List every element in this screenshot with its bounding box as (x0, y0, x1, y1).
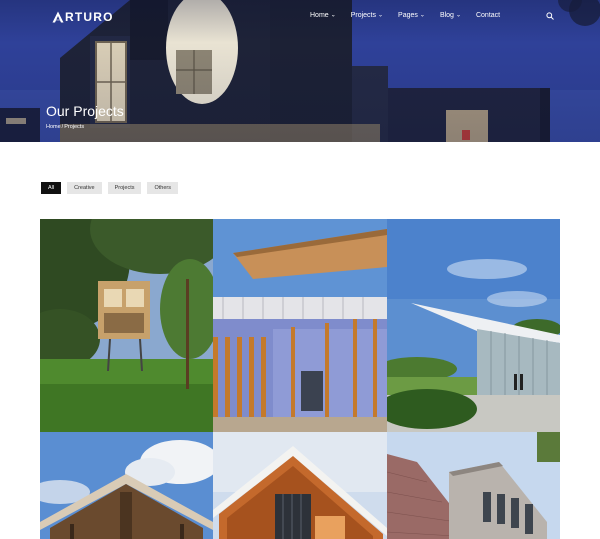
nav-item-projects[interactable]: Projects ⌄ (351, 11, 383, 21)
logo-a-icon (52, 11, 64, 23)
filter-projects[interactable]: Projects (107, 182, 142, 194)
nav-item-contact[interactable]: Contact (476, 11, 500, 21)
project-tile-treehouse[interactable] (40, 219, 213, 432)
project-image (387, 219, 560, 432)
logo-text: RTURO (65, 10, 114, 24)
breadcrumb-home[interactable]: Home (46, 124, 61, 131)
nav-label-projects: Projects (350, 12, 377, 19)
chevron-down-icon: ⌄ (378, 12, 384, 19)
chevron-down-icon: ⌄ (455, 12, 461, 19)
project-image (40, 432, 213, 539)
project-tile-brick-building[interactable] (387, 432, 560, 539)
breadcrumb-separator: / (61, 124, 64, 130)
project-image (213, 432, 387, 539)
nav-label-pages: Pages (398, 12, 418, 19)
project-tile-glass-wing[interactable] (387, 219, 560, 432)
main-nav: Home ⌄ Projects ⌄ Pages ⌄ Blog ⌄ Contact (310, 11, 515, 21)
breadcrumb: Home / Projects (46, 124, 85, 131)
site-logo[interactable]: RTURO (52, 9, 114, 25)
project-filters: All Creative Projects Others (41, 182, 184, 194)
nav-item-blog[interactable]: Blog ⌄ (440, 11, 461, 21)
project-image (213, 219, 387, 432)
nav-label-blog: Blog (439, 12, 454, 19)
filter-all[interactable]: All (41, 182, 62, 194)
projects-page: RTURO Home ⌄ Projects ⌄ Pages ⌄ Blog ⌄ C… (0, 0, 600, 539)
chevron-down-icon: ⌄ (419, 12, 425, 19)
project-tile-pavilion[interactable] (213, 219, 387, 432)
project-grid (40, 219, 560, 539)
search-icon[interactable] (546, 12, 554, 20)
filter-others[interactable]: Others (147, 182, 178, 194)
hero-header: RTURO Home ⌄ Projects ⌄ Pages ⌄ Blog ⌄ C… (0, 0, 600, 142)
nav-item-home[interactable]: Home ⌄ (310, 11, 336, 21)
project-tile-gable-house[interactable] (40, 432, 213, 539)
nav-item-pages[interactable]: Pages ⌄ (398, 11, 425, 21)
nav-label-contact: Contact (475, 12, 501, 19)
filter-creative[interactable]: Creative (67, 182, 102, 194)
project-tile-timber-house[interactable] (213, 432, 387, 539)
project-image (387, 432, 560, 539)
page-title: Our Projects (46, 103, 124, 119)
breadcrumb-current: Projects (64, 124, 85, 130)
project-image (40, 219, 213, 432)
chevron-down-icon: ⌄ (330, 12, 336, 19)
nav-label-home: Home (310, 12, 329, 19)
